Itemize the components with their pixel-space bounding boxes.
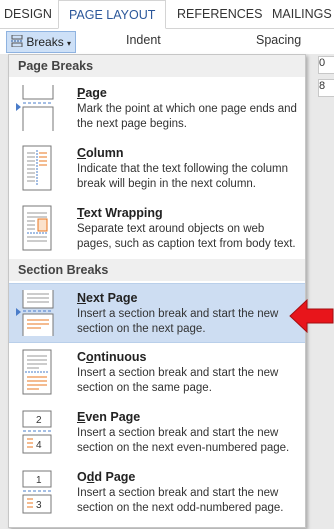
menu-item-title: Odd Page: [77, 470, 136, 484]
tab-mailings[interactable]: MAILINGS: [272, 0, 332, 28]
ribbon-body: Breaks ▾ Indent Spacing: [0, 29, 334, 55]
tab-page-layout[interactable]: PAGE LAYOUT: [58, 0, 167, 29]
breaks-dropdown-menu: Page Breaks Page Mark the point at which…: [8, 54, 306, 528]
spacing-before-input[interactable]: 0: [318, 56, 334, 74]
spacing-before-value: 0: [319, 57, 326, 69]
chevron-down-icon: ▾: [67, 39, 72, 48]
menu-item-odd-page[interactable]: 1 3 Odd Page Insert a section break and …: [9, 463, 305, 523]
menu-item-next-page[interactable]: Next Page Insert a section break and sta…: [9, 283, 305, 343]
even-page-section-icon: 2 4: [21, 409, 55, 455]
menu-item-description: Insert a section break and start the new…: [77, 487, 284, 514]
breaks-icon: [11, 34, 26, 49]
menu-item-description: Mark the point at which one page ends an…: [77, 103, 297, 130]
svg-text:2: 2: [36, 415, 42, 426]
menu-item-description: Separate text around objects on web page…: [77, 223, 296, 250]
breaks-label: Breaks: [26, 35, 64, 49]
menu-item-title: Next Page: [77, 291, 138, 305]
menu-item-title: Page: [77, 86, 107, 100]
spacing-label: Spacing: [256, 33, 302, 47]
menu-item-title: Text Wrapping: [77, 206, 163, 220]
menu-item-even-page[interactable]: 2 4 Even Page Insert a section break and…: [9, 403, 305, 463]
menu-item-continuous[interactable]: Continuous Insert a section break and st…: [9, 343, 305, 403]
svg-text:3: 3: [36, 500, 42, 511]
continuous-section-icon: [21, 349, 55, 395]
menu-item-title: Column: [77, 146, 124, 160]
red-arrow-icon: [289, 298, 334, 339]
odd-page-section-icon: 1 3: [21, 469, 55, 515]
tab-references[interactable]: REFERENCES: [177, 0, 262, 28]
page-break-icon: [21, 85, 55, 131]
menu-item-description: Insert a section break and start the new…: [77, 367, 279, 394]
ribbon-tab-bar: DESIGN PAGE LAYOUT REFERENCES MAILINGS: [0, 0, 334, 29]
svg-text:1: 1: [36, 475, 42, 486]
menu-item-description: Insert a section break and start the new…: [77, 308, 279, 335]
text-wrapping-break-icon: [21, 205, 55, 251]
menu-item-description: Indicate that the text following the col…: [77, 163, 288, 190]
menu-item-description: Insert a section break and start the new…: [77, 427, 290, 454]
menu-item-page[interactable]: Page Mark the point at which one page en…: [9, 79, 305, 139]
spacing-after-value: 8: [319, 80, 326, 92]
breaks-button[interactable]: Breaks ▾: [6, 31, 77, 53]
next-page-section-icon: [21, 290, 55, 336]
page-breaks-header: Page Breaks: [9, 55, 305, 77]
section-breaks-header: Section Breaks: [9, 259, 305, 281]
menu-item-title: Continuous: [77, 350, 147, 364]
tab-design[interactable]: DESIGN: [4, 0, 52, 28]
svg-text:4: 4: [36, 440, 42, 451]
menu-item-title: Even Page: [77, 410, 141, 424]
spacing-after-input[interactable]: 8: [318, 79, 334, 97]
indent-label: Indent: [126, 33, 161, 47]
menu-item-text-wrapping[interactable]: Text Wrapping Separate text around objec…: [9, 199, 305, 259]
column-break-icon: [21, 145, 55, 191]
menu-item-column[interactable]: Column Indicate that the text following …: [9, 139, 305, 199]
